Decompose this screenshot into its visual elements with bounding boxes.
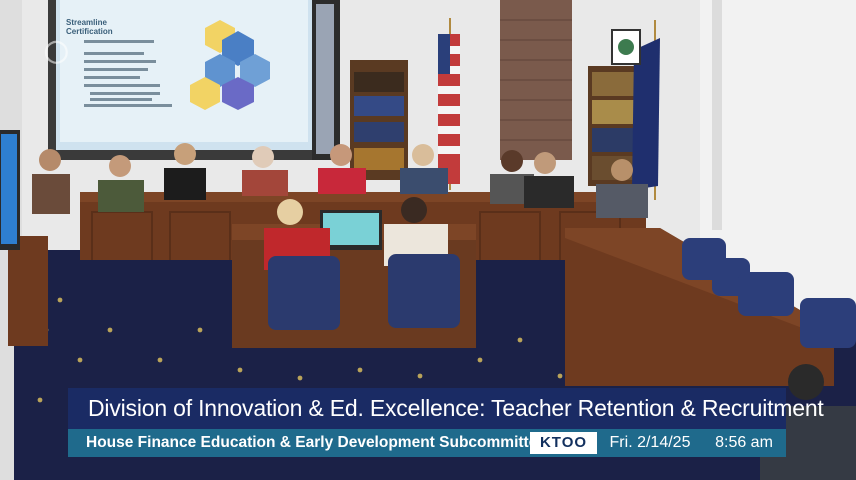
- broadcast-time: 8:56 am: [715, 434, 773, 451]
- broadcast-date: Fri. 2/14/25: [609, 434, 691, 451]
- station-brand: KTOO: [530, 432, 597, 454]
- video-frame: { "broadcast": { "title": "Division of I…: [0, 0, 856, 480]
- watermark-logo: ◯: [44, 38, 69, 63]
- projector-heading-line2: Certification: [66, 27, 113, 36]
- projector-heading-line1: Streamline: [66, 18, 107, 27]
- projector-heading: Streamline Certification: [66, 18, 113, 36]
- lower-third-subtitle: House Finance Education & Early Developm…: [86, 434, 546, 451]
- lower-third-title: Division of Innovation & Ed. Excellence:…: [68, 388, 824, 429]
